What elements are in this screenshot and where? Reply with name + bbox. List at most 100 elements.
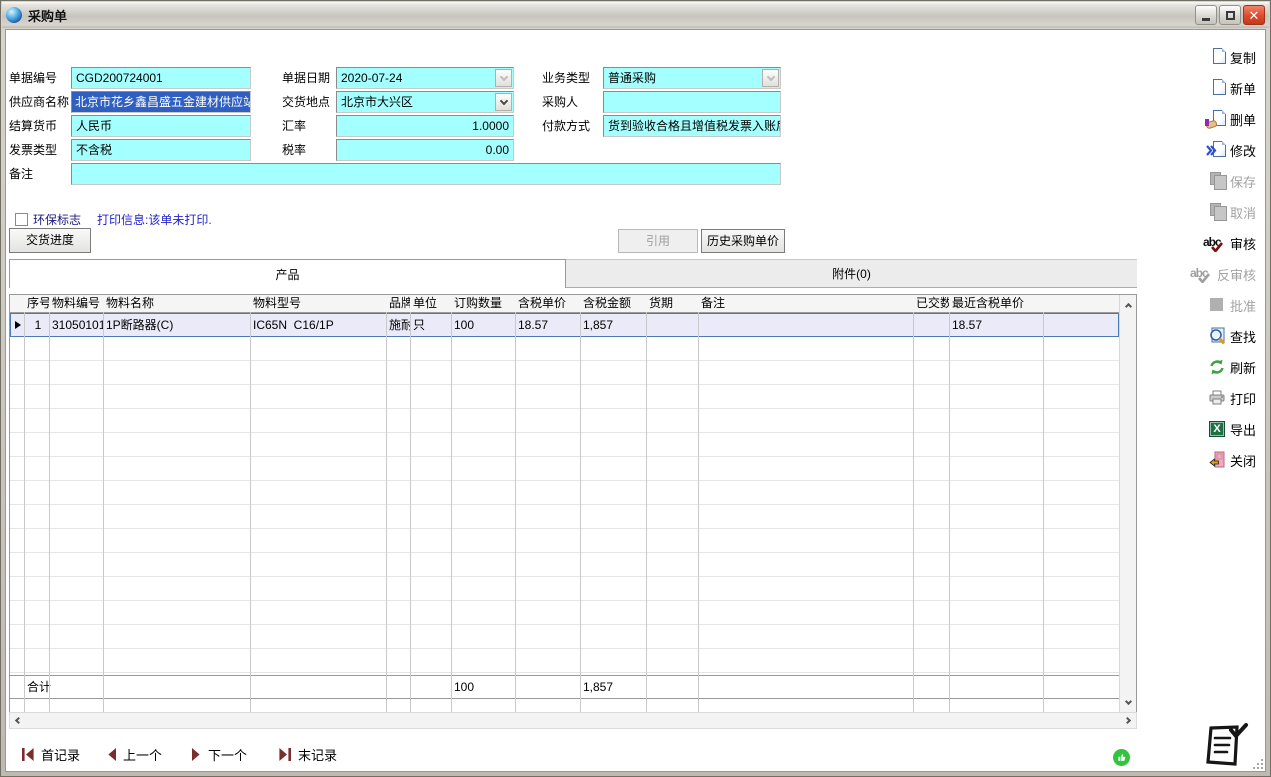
scroll-left-button[interactable] xyxy=(10,713,27,728)
exchange-rate-field[interactable]: 1.0000 xyxy=(336,115,514,137)
table-row-selected[interactable]: 1310501011P断路器(C)IC65N C16/1P施耐德只10018.5… xyxy=(10,313,1119,337)
delivery-place-dropdown[interactable] xyxy=(495,93,512,111)
grid-cell[interactable]: 1 xyxy=(24,314,49,336)
remark-field[interactable] xyxy=(71,163,781,185)
delivery-place-field[interactable]: 北京市大兴区 xyxy=(336,91,514,113)
grid-cell[interactable]: 1P断路器(C) xyxy=(103,314,250,336)
tab-products[interactable]: 产品 xyxy=(9,259,566,288)
column-header[interactable]: 货期 xyxy=(646,295,698,312)
sidebar-button-export[interactable]: X 导出 xyxy=(1208,418,1256,440)
grid-cell[interactable] xyxy=(646,314,698,336)
payment-method-field[interactable]: 货到验收合格且增值税发票入账后 xyxy=(603,115,781,137)
chevron-down-icon xyxy=(499,72,507,80)
delivery-progress-button[interactable]: 交货进度 xyxy=(9,228,91,253)
grid-column-line xyxy=(913,295,914,712)
sidebar-button-approve: 批准 xyxy=(1208,294,1256,316)
scroll-down-button[interactable] xyxy=(1120,695,1136,711)
column-header[interactable]: 最近含税单价 xyxy=(949,295,1043,312)
tax-rate-label: 税率 xyxy=(282,139,306,161)
print-info-text: 打印信息:该单未打印. xyxy=(97,209,212,231)
scroll-up-button[interactable] xyxy=(1120,296,1136,312)
grid-column-line xyxy=(49,295,50,712)
column-header[interactable] xyxy=(1043,295,1119,312)
biz-type-field[interactable]: 普通采购 xyxy=(603,67,781,89)
export-excel-icon: X xyxy=(1208,420,1227,438)
resize-grip[interactable] xyxy=(1251,757,1263,769)
grid-column-line xyxy=(515,295,516,712)
vertical-scrollbar[interactable] xyxy=(1119,295,1136,712)
sidebar-button-delete[interactable]: 删单 xyxy=(1208,108,1256,130)
last-record-icon xyxy=(278,748,292,761)
grid-column-line xyxy=(580,295,581,712)
search-icon xyxy=(1208,327,1227,345)
purchaser-field[interactable] xyxy=(603,91,781,113)
purchase-order-window: 采购单 ✕ 单据编号 CGD200724001 单据日期 2020-07-24 … xyxy=(0,0,1271,777)
print-icon xyxy=(1208,389,1227,407)
close-button[interactable]: ✕ xyxy=(1243,5,1265,25)
column-header[interactable]: 备注 xyxy=(698,295,913,312)
grid-cell[interactable]: 只 xyxy=(410,314,451,336)
column-header[interactable]: 物料名称 xyxy=(103,295,250,312)
grid-cell[interactable] xyxy=(913,314,949,336)
minimize-button[interactable] xyxy=(1195,5,1217,25)
doc-no-label: 单据编号 xyxy=(9,67,57,89)
close-door-icon xyxy=(1208,451,1227,469)
product-grid: 1310501011P断路器(C)IC65N C16/1P施耐德只10018.5… xyxy=(9,294,1137,712)
sidebar-button-refresh[interactable]: 刷新 xyxy=(1208,356,1256,378)
sidebar-button-find[interactable]: 查找 xyxy=(1208,325,1256,347)
grid-column-line xyxy=(250,295,251,712)
history-price-button[interactable]: 历史采购单价 xyxy=(701,229,785,253)
payment-method-label: 付款方式 xyxy=(542,115,590,137)
grid-cell[interactable]: 施耐德 xyxy=(386,314,410,336)
doc-date-field[interactable]: 2020-07-24 xyxy=(336,67,514,89)
currency-field[interactable]: 人民币 xyxy=(71,115,251,137)
sidebar-button-copy[interactable]: 复制 xyxy=(1208,46,1256,68)
column-header[interactable]: 物料型号 xyxy=(250,295,386,312)
grid-column-line xyxy=(24,295,25,712)
title-bar: 采购单 ✕ xyxy=(2,2,1269,28)
invoice-type-field[interactable]: 不含税 xyxy=(71,139,251,161)
sidebar-button-save: 保存 xyxy=(1208,170,1256,192)
tab-attachments[interactable]: 附件(0) xyxy=(566,259,1137,288)
maximize-button[interactable] xyxy=(1219,5,1241,25)
column-header[interactable]: 序号 xyxy=(24,295,49,312)
column-header[interactable]: 物料编号 xyxy=(49,295,103,312)
column-header[interactable]: 已交数量 xyxy=(913,295,949,312)
sidebar-button-modify[interactable]: 修改 xyxy=(1208,139,1256,161)
first-record-button[interactable]: 首记录 xyxy=(21,741,80,767)
eco-flag-checkbox[interactable] xyxy=(15,213,28,226)
tax-rate-field[interactable]: 0.00 xyxy=(336,139,514,161)
sidebar-button-cancel: 取消 xyxy=(1208,201,1256,223)
column-header[interactable]: 含税金额 xyxy=(580,295,646,312)
doc-no-field[interactable]: CGD200724001 xyxy=(71,67,251,89)
last-record-button[interactable]: 末记录 xyxy=(278,741,337,767)
column-header[interactable]: 单位 xyxy=(410,295,451,312)
grid-cell[interactable] xyxy=(1043,314,1119,336)
grid-cell[interactable]: IC65N C16/1P xyxy=(250,314,386,336)
chevron-down-icon xyxy=(499,96,507,104)
supplier-field[interactable]: 北京市花乡鑫昌盛五金建材供应站 xyxy=(71,91,251,113)
grid-cell[interactable]: 31050101 xyxy=(49,314,103,336)
previous-record-button[interactable]: 上一个 xyxy=(106,741,162,767)
grid-cell[interactable]: 100 xyxy=(451,314,515,336)
grid-cell[interactable]: 18.57 xyxy=(515,314,580,336)
column-header[interactable]: 含税单价 xyxy=(515,295,580,312)
grid-cell[interactable]: 1,857 xyxy=(580,314,646,336)
sidebar-button-new[interactable]: 新单 xyxy=(1208,77,1256,99)
current-row-indicator xyxy=(15,321,21,329)
sidebar-button-print[interactable]: 打印 xyxy=(1208,387,1256,409)
grid-cell[interactable] xyxy=(698,314,913,336)
next-record-button[interactable]: 下一个 xyxy=(191,741,247,767)
sidebar-button-audit[interactable]: abc 审核 xyxy=(1203,232,1256,254)
sidebar-button-close[interactable]: 关闭 xyxy=(1208,449,1256,471)
sidebar-button-unaudit: abc 反审核 xyxy=(1190,263,1256,285)
notepad-check-icon[interactable] xyxy=(1201,720,1251,777)
horizontal-scrollbar[interactable] xyxy=(9,712,1137,729)
chevron-up-icon xyxy=(1124,302,1131,309)
column-header[interactable]: 品牌 xyxy=(386,295,410,312)
doc-date-dropdown xyxy=(495,69,512,87)
selected-text: 北京市花乡鑫昌盛五金建材供应站 xyxy=(72,92,250,112)
column-header[interactable]: 订购数量 xyxy=(451,295,515,312)
scroll-right-button[interactable] xyxy=(1119,713,1136,728)
grid-cell[interactable]: 18.57 xyxy=(949,314,1043,336)
